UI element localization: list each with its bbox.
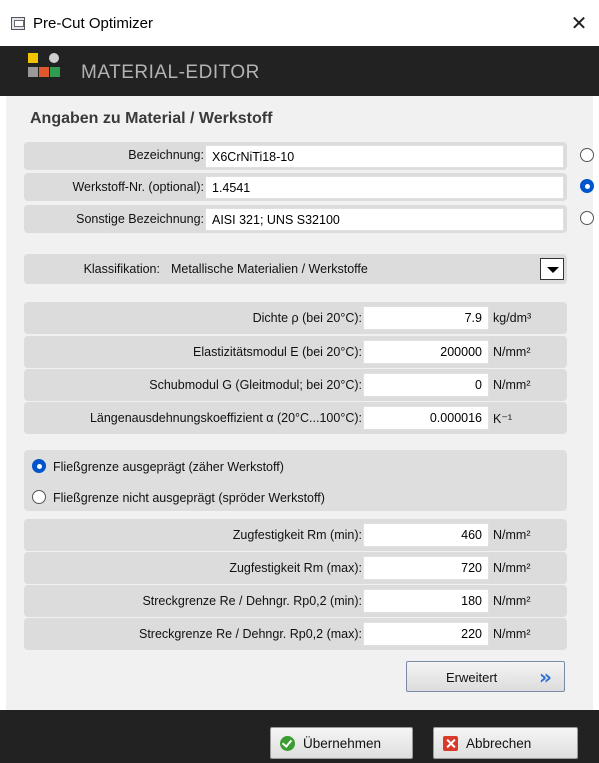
- extended-button-label: Erweitert: [446, 670, 498, 685]
- cancel-button[interactable]: Abbrechen: [433, 727, 578, 759]
- rm-max-input[interactable]: 720: [363, 556, 489, 580]
- strength-label: Streckgrenze Re / Dehngr. Rp0,2 (max):: [138, 627, 362, 641]
- name-label: Bezeichnung:: [128, 148, 204, 162]
- checkmark-icon: [280, 736, 295, 751]
- extended-button[interactable]: Erweitert »: [406, 661, 565, 692]
- bezeichnung-input[interactable]: X6CrNiTi18-10: [205, 145, 564, 168]
- shear-modulus-input[interactable]: 0: [363, 373, 489, 397]
- double-chevron-right-icon: »: [539, 665, 552, 689]
- editor-header: MATERIAL-EDITOR: [0, 46, 599, 96]
- elastic-modulus-input[interactable]: 200000: [363, 340, 489, 364]
- window-title: Pre-Cut Optimizer: [33, 15, 154, 32]
- yield-not-pronounced-radio[interactable]: [32, 490, 46, 504]
- editor-title: MATERIAL-EDITOR: [81, 62, 260, 83]
- strength-unit: N/mm²: [493, 627, 531, 641]
- close-icon[interactable]: ✕: [559, 6, 599, 40]
- classification-select[interactable]: Metallische Materialien / Werkstoffe: [171, 262, 368, 276]
- window-titlebar: Pre-Cut Optimizer ✕: [0, 0, 599, 46]
- property-unit: N/mm²: [493, 345, 531, 359]
- app-icon: [11, 17, 25, 30]
- yield-pronounced-radio[interactable]: [32, 459, 46, 473]
- material-logo-icon: [28, 53, 74, 91]
- werkstoffnr-radio[interactable]: [580, 179, 594, 193]
- property-label: Längenausdehnungskoeffizient α (20°C...1…: [89, 411, 362, 425]
- strength-unit: N/mm²: [493, 594, 531, 608]
- cancel-x-icon: [443, 736, 458, 751]
- sonstige-input[interactable]: AISI 321; UNS S32100: [205, 208, 564, 231]
- re-max-input[interactable]: 220: [363, 622, 489, 646]
- expansion-coefficient-input[interactable]: 0.000016: [363, 406, 489, 430]
- strength-label: Zugfestigkeit Rm (max):: [229, 561, 362, 575]
- name-label: Sonstige Bezeichnung:: [76, 212, 204, 226]
- rm-min-input[interactable]: 460: [363, 523, 489, 547]
- strength-label: Streckgrenze Re / Dehngr. Rp0,2 (min):: [142, 594, 362, 608]
- property-unit: K⁻¹: [493, 412, 513, 426]
- werkstoffnr-input[interactable]: 1.4541: [205, 176, 564, 199]
- property-label: Schubmodul G (Gleitmodul; bei 20°C):: [149, 378, 362, 392]
- sonstige-radio[interactable]: [580, 211, 594, 225]
- property-unit: N/mm²: [493, 378, 531, 392]
- property-label: Elastizitätsmodul E (bei 20°C):: [193, 345, 362, 359]
- property-unit: kg/dm³: [493, 311, 532, 325]
- yield-option-label[interactable]: Fließgrenze nicht ausgeprägt (spröder We…: [53, 491, 325, 505]
- bezeichnung-radio[interactable]: [580, 148, 594, 162]
- re-min-input[interactable]: 180: [363, 589, 489, 613]
- strength-label: Zugfestigkeit Rm (min):: [232, 528, 362, 542]
- name-label: Werkstoff-Nr. (optional):: [72, 180, 204, 194]
- apply-button[interactable]: Übernehmen: [270, 727, 413, 759]
- classification-label: Klassifikation:: [83, 262, 160, 276]
- chevron-down-icon[interactable]: [540, 258, 564, 280]
- section-title: Angaben zu Material / Werkstoff: [30, 110, 273, 127]
- density-input[interactable]: 7.9: [363, 306, 489, 330]
- property-label: Dichte ρ (bei 20°C):: [252, 311, 362, 325]
- strength-unit: N/mm²: [493, 561, 531, 575]
- apply-button-label: Übernehmen: [303, 736, 382, 751]
- strength-unit: N/mm²: [493, 528, 531, 542]
- yield-option-label[interactable]: Fließgrenze ausgeprägt (zäher Werkstoff): [53, 460, 284, 474]
- cancel-button-label: Abbrechen: [466, 736, 532, 751]
